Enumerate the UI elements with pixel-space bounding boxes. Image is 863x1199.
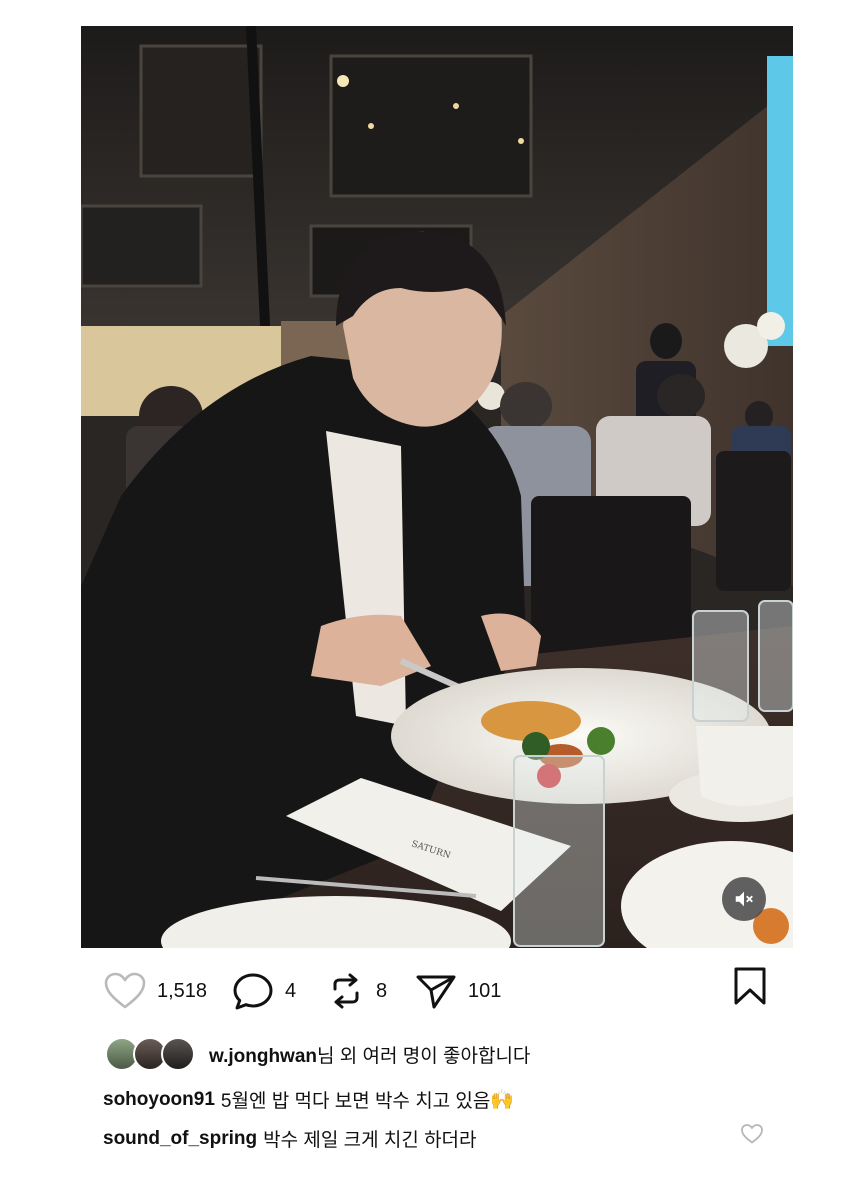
save-button[interactable]	[732, 966, 768, 1011]
comment-username[interactable]: sohoyoon91	[103, 1089, 215, 1111]
heart-outline-icon	[104, 972, 146, 1009]
avatar	[161, 1037, 195, 1071]
comment-item: sound_of_spring 박수 제일 크게 치긴 하더라	[103, 1125, 477, 1152]
speaker-muted-icon	[735, 891, 753, 907]
repost-arrows-icon	[333, 973, 359, 1009]
repost-count: 8	[376, 979, 388, 1002]
like-count: 1,518	[157, 979, 208, 1002]
share-button[interactable]: 101	[414, 971, 534, 1011]
mute-toggle-button[interactable]	[722, 877, 766, 921]
speech-bubble-icon	[233, 973, 273, 1010]
paper-plane-icon	[416, 975, 456, 1009]
bookmark-icon	[734, 967, 766, 1005]
post-action-bar: 1,518 4 8 101	[103, 966, 768, 1016]
comment-item: sohoyoon91 5월엔 밥 먹다 보면 박수 치고 있음 🙌	[103, 1086, 514, 1113]
liked-by-line[interactable]: w.jonghwan님 외 여러 명이 좋아합니다	[105, 1035, 530, 1073]
comment-button[interactable]: 4	[231, 971, 326, 1011]
post-photo[interactable]: SATURN	[81, 26, 793, 948]
like-button[interactable]: 1,518	[103, 971, 231, 1011]
repost-button[interactable]: 8	[326, 971, 414, 1011]
liked-by-username[interactable]: w.jonghwan	[209, 1046, 317, 1067]
comment-username[interactable]: sound_of_spring	[103, 1128, 257, 1150]
raising-hands-emoji: 🙌	[490, 1089, 515, 1111]
share-count: 101	[468, 979, 502, 1002]
comment-text: 5월엔 밥 먹다 보면 박수 치고 있음	[220, 1091, 491, 1112]
comment-count: 4	[285, 979, 297, 1002]
comment-text: 박수 제일 크게 치긴 하더라	[263, 1130, 477, 1151]
liker-avatars	[105, 1037, 203, 1071]
comment-like-button[interactable]	[740, 1123, 764, 1150]
photo-scene: SATURN	[81, 26, 793, 948]
liked-by-suffix: 님 외 여러 명이 좋아합니다	[317, 1045, 531, 1067]
small-heart-icon	[741, 1124, 763, 1144]
